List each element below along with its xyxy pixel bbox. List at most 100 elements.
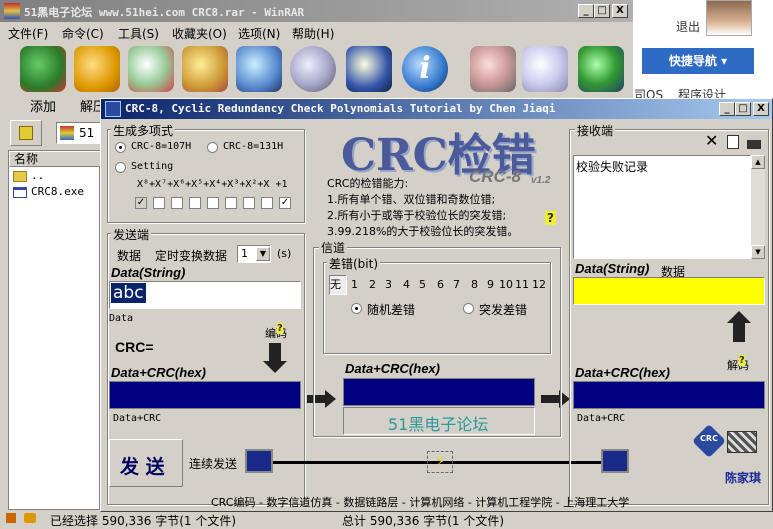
bit-option-4[interactable]: 4 (403, 278, 410, 291)
bit-option-10[interactable]: 10 (499, 278, 513, 291)
minimize-button[interactable]: _ (578, 4, 594, 18)
logout-link[interactable]: 退出 (676, 18, 700, 35)
chevron-down-icon[interactable]: ▼ (256, 247, 270, 261)
bit-checkbox-0[interactable]: ✓ (279, 197, 291, 209)
crc-close-button[interactable]: X (753, 102, 769, 116)
bit-option-3[interactable]: 3 (385, 278, 392, 291)
bit-option-1[interactable]: 1 (351, 278, 358, 291)
view-icon[interactable] (182, 46, 228, 92)
channel-data-crc-field[interactable] (343, 378, 535, 406)
bit-checkbox-7[interactable] (153, 197, 165, 209)
radio-random-error[interactable] (351, 303, 362, 314)
sender-data-label: 数据 (117, 249, 142, 263)
maximize-button[interactable]: □ (594, 4, 610, 18)
sender-data-crc-field[interactable] (109, 381, 301, 409)
bit-option-9[interactable]: 9 (487, 278, 494, 291)
menu-file[interactable]: 文件(F) (8, 25, 48, 42)
bit-checkbox-2[interactable] (243, 197, 255, 209)
sender-data-input[interactable]: abc (109, 281, 301, 309)
log-scrollbar[interactable]: ▲ ▼ (751, 155, 765, 259)
crc-logo-sub: CRC-8 (469, 167, 521, 186)
sender-data-value: abc (111, 283, 146, 303)
radio-crc8-107h[interactable] (115, 142, 126, 153)
send-button[interactable]: 发 送 (109, 439, 183, 487)
continuous-send-label: 连续发送 (189, 457, 238, 471)
ability-line-1: 1.所有单个错、双位错和奇数位错; (327, 193, 496, 206)
sender-data-caption: Data (109, 313, 134, 324)
scroll-up-button[interactable]: ▲ (751, 155, 765, 169)
bit-checkbox-5[interactable] (189, 197, 201, 209)
crc-maximize-button[interactable]: □ (735, 102, 751, 116)
virus-scan-icon[interactable] (470, 46, 516, 92)
lock-icon (24, 513, 36, 523)
sender-data-string-label: Data(String) (111, 265, 186, 280)
up-folder-icon (19, 126, 33, 140)
bit-option-8[interactable]: 8 (471, 278, 478, 291)
scroll-down-button[interactable]: ▼ (751, 245, 765, 259)
find-icon[interactable] (290, 46, 336, 92)
close-button[interactable]: X (612, 4, 628, 18)
test-icon[interactable] (128, 46, 174, 92)
bit-checkbox-4[interactable] (207, 197, 219, 209)
comment-icon[interactable] (522, 46, 568, 92)
bit-option-11[interactable]: 11 (515, 278, 529, 291)
extract-icon[interactable] (74, 46, 120, 92)
avatar[interactable] (706, 0, 752, 36)
bit-option-7[interactable]: 7 (453, 278, 460, 291)
list-item[interactable]: CRC8.exe (11, 185, 99, 201)
bit-option-5[interactable]: 5 (419, 278, 426, 291)
save-log-icon[interactable] (747, 135, 761, 149)
info-icon[interactable]: i (402, 46, 448, 92)
interval-select[interactable]: 1 ▼ (237, 245, 271, 263)
crc-title: CRC-8, Cyclic Redundancy Check Polynomia… (125, 102, 556, 115)
wizard-icon[interactable] (346, 46, 392, 92)
up-folder-button[interactable] (10, 120, 42, 146)
menu-favorites[interactable]: 收藏夹(O) (172, 25, 227, 42)
timer-label: 定时变换数据 (155, 249, 228, 263)
menu-tools[interactable]: 工具(S) (118, 25, 159, 42)
winrar-app-icon (4, 3, 20, 19)
ability-title: CRC的检错能力: (327, 177, 409, 190)
radio-crc8-131h-label: CRC-8=131H (223, 141, 284, 152)
list-item[interactable]: .. (11, 169, 99, 185)
file-list[interactable]: 名称 .. CRC8.exe (8, 150, 101, 510)
file-name: .. (31, 169, 45, 182)
interval-unit: (s) (277, 247, 292, 260)
channel-site-label: 51黑电子论坛 (388, 415, 489, 434)
bit-option-6[interactable]: 6 (437, 278, 444, 291)
menu-help[interactable]: 帮助(H) (292, 25, 334, 42)
bit-option-12[interactable]: 12 (532, 278, 546, 291)
bit-checkbox-1[interactable] (261, 197, 273, 209)
bit-option-none[interactable]: 无 (329, 275, 347, 295)
crc-equals-label: CRC= (115, 339, 154, 355)
sfx-icon[interactable] (578, 46, 624, 92)
failure-log-textarea[interactable]: 校验失败记录 (573, 155, 751, 259)
copy-log-icon[interactable] (727, 135, 739, 149)
help-icon[interactable]: ? (545, 211, 556, 225)
browser-background: 退出 快捷导航 ▾ 司OS 程序设计 (632, 0, 773, 105)
bit-checkbox-6[interactable] (171, 197, 183, 209)
clear-log-icon[interactable]: ✕ (705, 131, 718, 150)
quick-nav-button[interactable]: 快捷导航 ▾ (642, 48, 754, 74)
menu-options[interactable]: 选项(N) (238, 25, 280, 42)
key-icon (6, 513, 16, 523)
bit-option-2[interactable]: 2 (369, 278, 376, 291)
bit-option-label: 无 (330, 278, 341, 291)
lightning-icon: ⚡ (427, 451, 453, 473)
add-archive-icon[interactable] (20, 46, 66, 92)
radio-setting[interactable] (115, 162, 126, 173)
column-header-name[interactable]: 名称 (9, 151, 101, 167)
menu-commands[interactable]: 命令(C) (62, 25, 104, 42)
receiver-data-field[interactable] (573, 277, 765, 305)
sender-computer-icon (245, 449, 273, 473)
delete-icon[interactable] (236, 46, 282, 92)
radio-crc8-131h[interactable] (207, 142, 218, 153)
bit-checkbox-3[interactable] (225, 197, 237, 209)
winrar-titlebar: 51黑电子论坛 www.51hei.com CRC8.rar - WinRAR … (0, 0, 633, 22)
radio-burst-error[interactable] (463, 303, 474, 314)
receiver-data-crc-field[interactable] (573, 381, 765, 409)
exe-file-icon (13, 187, 27, 198)
crc-minimize-button[interactable]: _ (719, 102, 735, 116)
bit-checkbox-8[interactable]: ✓ (135, 197, 147, 209)
archive-path-field[interactable]: 51 (56, 122, 106, 144)
